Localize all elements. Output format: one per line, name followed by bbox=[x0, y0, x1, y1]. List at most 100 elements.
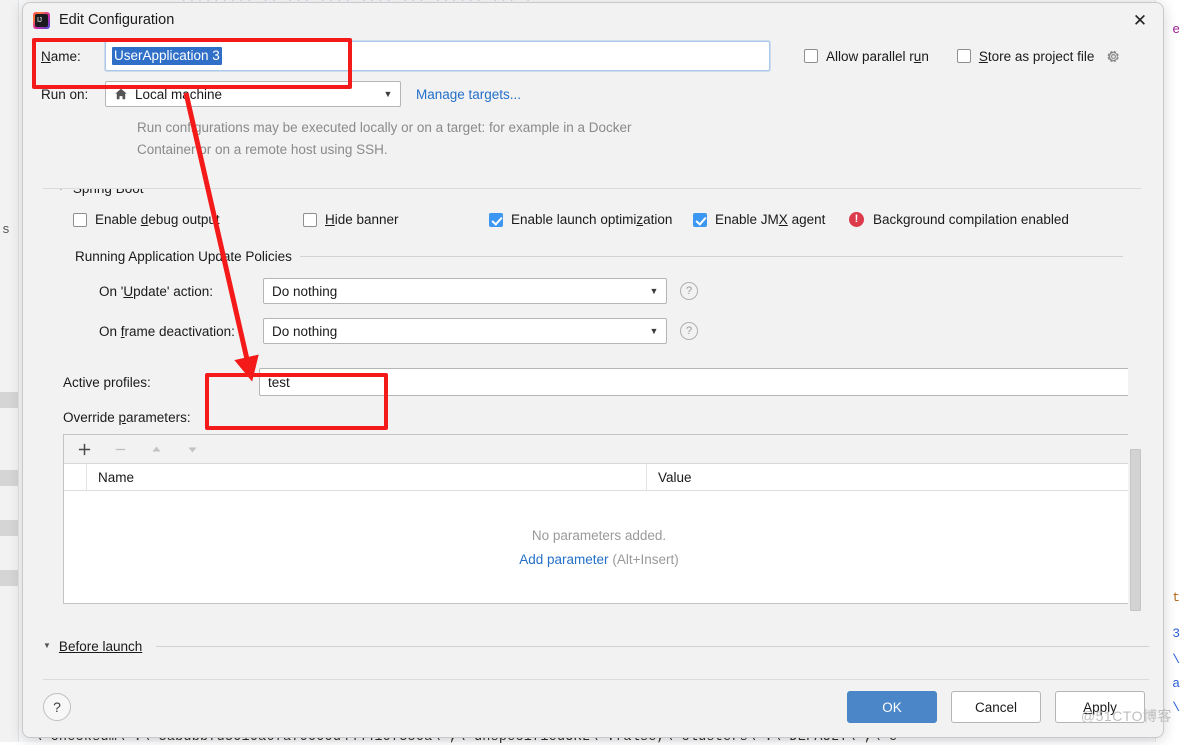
on-frame-deactivation-combo[interactable]: Do nothing ▼ bbox=[263, 318, 667, 344]
editor-gutter bbox=[0, 0, 19, 742]
empty-state-message: No parameters added. bbox=[531, 527, 667, 543]
active-profiles-label: Active profiles: bbox=[63, 374, 151, 390]
spring-boot-checkbox-row: Enable debug output Hide banner Enable l… bbox=[73, 212, 1141, 227]
checkbox-box bbox=[303, 212, 317, 227]
allow-parallel-run-label: Allow parallel run bbox=[826, 48, 929, 64]
background-right-fragment: t bbox=[1172, 590, 1180, 605]
run-on-hint: Run configurations may be executed local… bbox=[137, 120, 632, 157]
store-as-project-file-label: Store as project file bbox=[978, 48, 1095, 64]
cancel-button[interactable]: Cancel bbox=[951, 691, 1041, 723]
update-policies-title: Running Application Update Policies bbox=[75, 249, 292, 264]
chevron-down-icon: ▼ bbox=[649, 326, 659, 336]
store-as-project-file-checkbox[interactable]: Store as project file bbox=[956, 48, 1122, 64]
move-down-button[interactable] bbox=[182, 439, 202, 459]
panel-scrollbar-thumb[interactable] bbox=[1130, 449, 1141, 611]
help-button[interactable]: ? bbox=[43, 693, 71, 721]
help-icon[interactable]: ? bbox=[680, 322, 698, 340]
column-header-value[interactable]: Value bbox=[647, 464, 1134, 490]
edit-configuration-dialog: IJ Edit Configuration ✕ Name: UserApplic… bbox=[22, 2, 1164, 738]
before-launch-section[interactable]: ▼ Before launch bbox=[43, 639, 1149, 654]
chevron-down-icon: ▼ bbox=[43, 641, 51, 650]
gear-icon[interactable] bbox=[1106, 49, 1121, 64]
close-icon[interactable]: ✕ bbox=[1125, 7, 1155, 33]
chevron-down-icon: ▼ bbox=[57, 189, 65, 192]
spring-boot-section-title: Spring Boot bbox=[72, 188, 144, 196]
panel-scrollbar[interactable] bbox=[1128, 189, 1141, 629]
checkbox-box bbox=[73, 212, 87, 227]
manage-targets-link[interactable]: Manage targets... bbox=[416, 87, 521, 102]
ok-button[interactable]: OK bbox=[847, 691, 937, 723]
run-on-combo[interactable]: Local machine ▼ bbox=[105, 81, 401, 107]
divider bbox=[159, 188, 1133, 189]
top-right-options: Allow parallel run Store as project file bbox=[804, 49, 1121, 64]
update-policies-group-header: Running Application Update Policies bbox=[75, 249, 1141, 264]
background-right-fragment: e bbox=[1172, 22, 1180, 37]
active-profiles-input[interactable]: test bbox=[259, 368, 1135, 396]
override-parameters-body: No parameters added. Add parameter (Alt+… bbox=[64, 491, 1134, 603]
run-on-value: Local machine bbox=[135, 86, 223, 102]
add-parameter-link[interactable]: Add parameter bbox=[519, 552, 608, 567]
background-editor-fragment: s bbox=[2, 222, 10, 237]
move-up-button[interactable] bbox=[146, 439, 166, 459]
run-on-row: Run on: Local machine ▼ Manage targets..… bbox=[41, 77, 1151, 111]
divider bbox=[156, 646, 1149, 647]
add-parameter-button[interactable] bbox=[74, 439, 94, 459]
before-launch-label: Before launch bbox=[58, 639, 143, 654]
on-frame-deactivation-row: On frame deactivation: Do nothing ▼ ? bbox=[99, 318, 1141, 344]
name-input[interactable]: UserApplication 3 bbox=[105, 41, 770, 71]
name-input-value: UserApplication 3 bbox=[112, 47, 222, 65]
spring-boot-section-header[interactable]: ▼ Spring Boot bbox=[57, 188, 1141, 196]
intellij-idea-icon: IJ bbox=[33, 11, 50, 29]
checkbox-box bbox=[956, 49, 971, 63]
allow-parallel-run-checkbox[interactable]: Allow parallel run bbox=[804, 49, 929, 64]
on-frame-deactivation-label: On frame deactivation: bbox=[99, 323, 235, 339]
divider bbox=[299, 256, 1123, 257]
hide-banner-label: Hide banner bbox=[325, 212, 399, 227]
on-update-action-value: Do nothing bbox=[272, 283, 338, 299]
chevron-down-icon: ▼ bbox=[383, 89, 393, 99]
on-update-action-row: On 'Update' action: Do nothing ▼ ? bbox=[99, 278, 1141, 304]
add-parameter-shortcut: (Alt+Insert) bbox=[612, 551, 679, 567]
column-header-name[interactable]: Name bbox=[87, 464, 647, 490]
override-parameters-table: Name Value No parameters added. Add para… bbox=[63, 434, 1135, 604]
top-form: Name: UserApplication 3 Allow parallel r… bbox=[23, 39, 1163, 161]
checkbox-box bbox=[489, 212, 503, 227]
help-icon[interactable]: ? bbox=[680, 282, 698, 300]
background-compilation-warning: ! Background compilation enabled bbox=[849, 212, 1069, 227]
name-label: Name: bbox=[41, 48, 81, 64]
dialog-titlebar: IJ Edit Configuration ✕ bbox=[23, 3, 1163, 37]
name-row: Name: UserApplication 3 Allow parallel r… bbox=[41, 39, 1151, 73]
dialog-footer: ? OK Cancel Apply bbox=[23, 687, 1163, 727]
background-right-fragment: 3 bbox=[1172, 626, 1180, 641]
dialog-title: Edit Configuration bbox=[59, 12, 175, 28]
checkbox-box bbox=[693, 212, 707, 227]
on-frame-deactivation-value: Do nothing bbox=[272, 323, 338, 339]
checkbox-box bbox=[804, 49, 818, 63]
override-parameters-toolbar bbox=[64, 435, 1134, 464]
on-update-action-label: On 'Update' action: bbox=[99, 283, 213, 299]
background-right-fragment: a bbox=[1172, 676, 1180, 691]
background-right-fragment: \ bbox=[1172, 700, 1180, 715]
remove-parameter-button[interactable] bbox=[110, 439, 130, 459]
error-circle-icon: ! bbox=[849, 212, 864, 227]
override-parameters-header-row: Name Value bbox=[64, 464, 1134, 491]
footer-divider bbox=[43, 679, 1149, 680]
background-compilation-warning-text: Background compilation enabled bbox=[873, 212, 1069, 227]
empty-state-action: Add parameter (Alt+Insert) bbox=[519, 552, 678, 567]
override-parameters-label: Override parameters: bbox=[63, 410, 191, 425]
hide-banner-checkbox[interactable]: Hide banner bbox=[303, 212, 489, 227]
enable-debug-output-checkbox[interactable]: Enable debug output bbox=[73, 212, 303, 227]
apply-button[interactable]: Apply bbox=[1055, 691, 1145, 723]
row-selector-column bbox=[64, 464, 87, 490]
spring-boot-settings-panel: ▼ Spring Boot Enable debug output Hide b… bbox=[43, 188, 1141, 629]
enable-debug-output-label: Enable debug output bbox=[95, 212, 220, 227]
enable-jmx-agent-checkbox[interactable]: Enable JMX agent bbox=[693, 212, 849, 227]
active-profiles-row: Active profiles: test bbox=[63, 368, 1141, 396]
enable-launch-optimization-label: Enable launch optimization bbox=[511, 212, 673, 227]
enable-launch-optimization-checkbox[interactable]: Enable launch optimization bbox=[489, 212, 693, 227]
on-update-action-combo[interactable]: Do nothing ▼ bbox=[263, 278, 667, 304]
home-icon bbox=[114, 87, 128, 101]
enable-jmx-agent-label: Enable JMX agent bbox=[715, 212, 826, 227]
background-right-fragment: \ bbox=[1172, 652, 1180, 667]
run-on-label: Run on: bbox=[41, 86, 89, 102]
